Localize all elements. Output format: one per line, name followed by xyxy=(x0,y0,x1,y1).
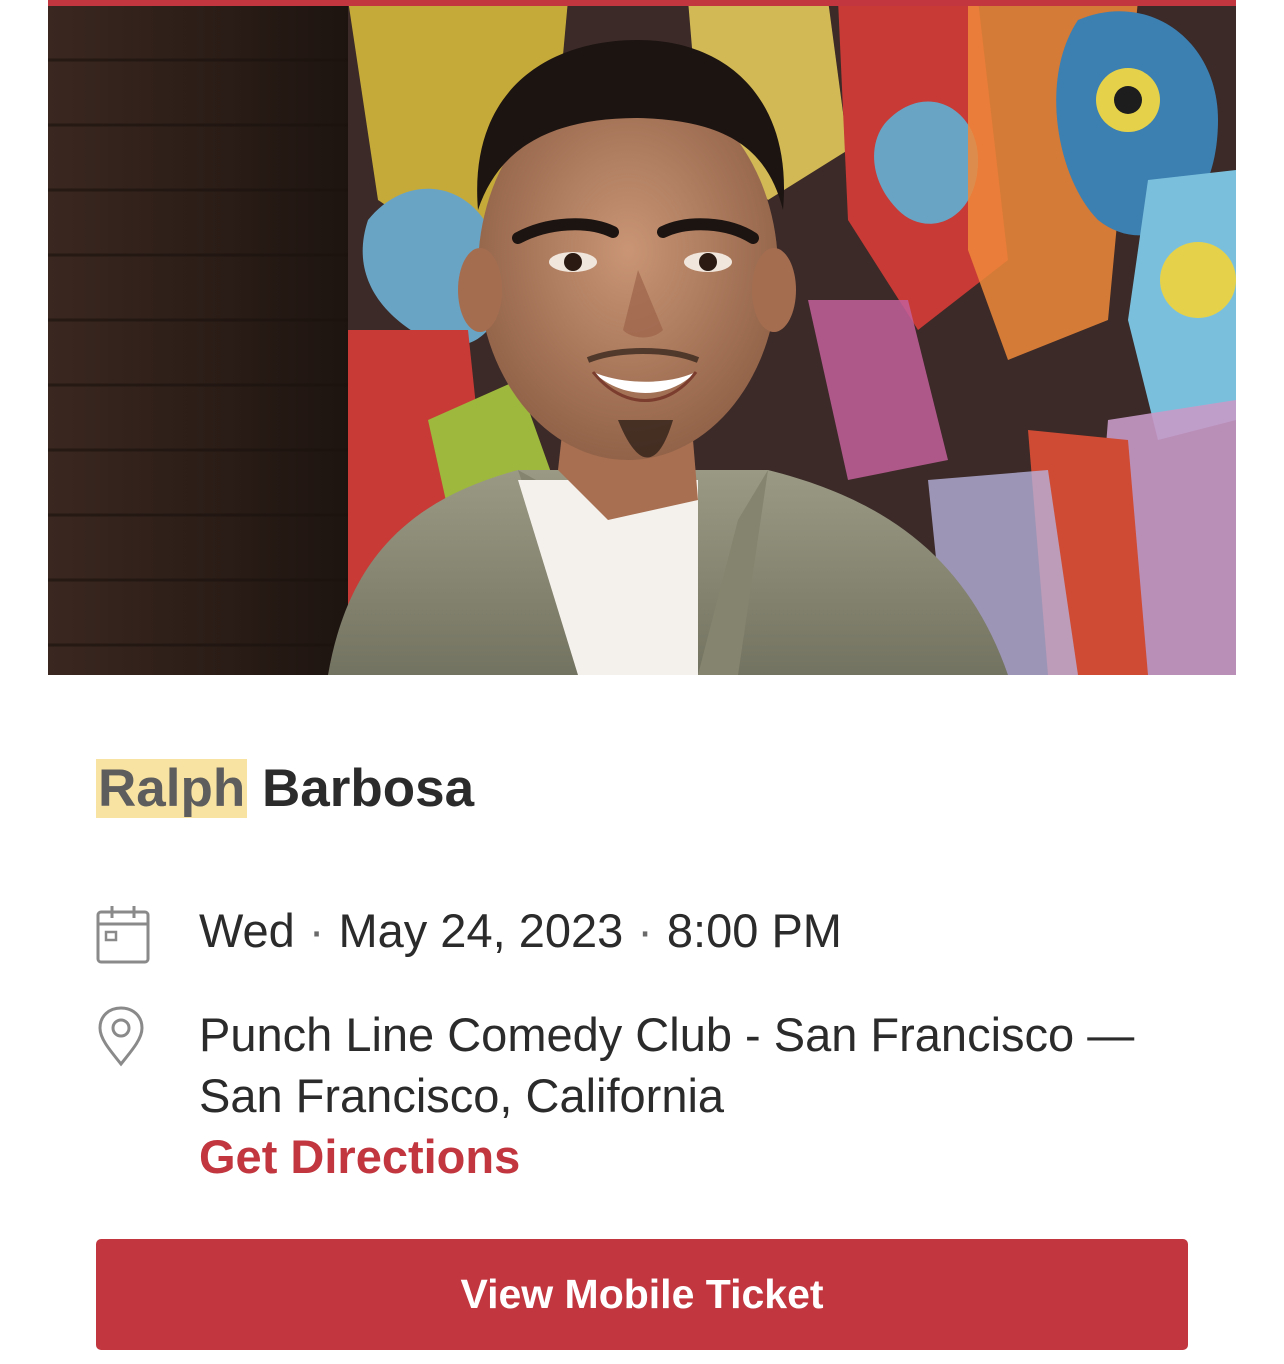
comedian-photo xyxy=(48,0,1236,675)
top-accent-bar xyxy=(48,0,1236,6)
event-location-row: Punch Line Comedy Club - San Francisco —… xyxy=(96,1004,1196,1184)
ticket-email: Ralph Barbosa Wed · May 24, 2023 · 8:00 PM P… xyxy=(0,0,1284,1364)
calendar-icon xyxy=(96,906,150,964)
venue-line-1: Punch Line Comedy Club - San Francisco — xyxy=(199,1008,1135,1061)
venue-line-2: San Francisco, California xyxy=(199,1069,725,1122)
event-datetime-text: Wed · May 24, 2023 · 8:00 PM xyxy=(199,900,842,961)
view-mobile-ticket-button[interactable]: View Mobile Ticket xyxy=(96,1239,1188,1350)
get-directions-link[interactable]: Get Directions xyxy=(199,1126,1134,1187)
event-date: May 24, 2023 xyxy=(338,904,624,957)
map-pin-icon xyxy=(98,1006,144,1067)
datetime-separator: · xyxy=(637,904,653,957)
event-date-row: Wed · May 24, 2023 · 8:00 PM xyxy=(96,900,1196,964)
datetime-separator: · xyxy=(308,904,325,957)
comedian-portrait-illustration xyxy=(48,0,1236,675)
event-title: Ralph Barbosa xyxy=(96,752,474,826)
event-time: 8:00 PM xyxy=(666,904,842,957)
event-title-rest: Barbosa xyxy=(261,759,475,818)
event-venue-text: Punch Line Comedy Club - San Francisco —… xyxy=(199,1004,1134,1187)
event-weekday: Wed xyxy=(199,904,295,957)
event-title-highlighted-word: Ralph xyxy=(96,759,248,818)
